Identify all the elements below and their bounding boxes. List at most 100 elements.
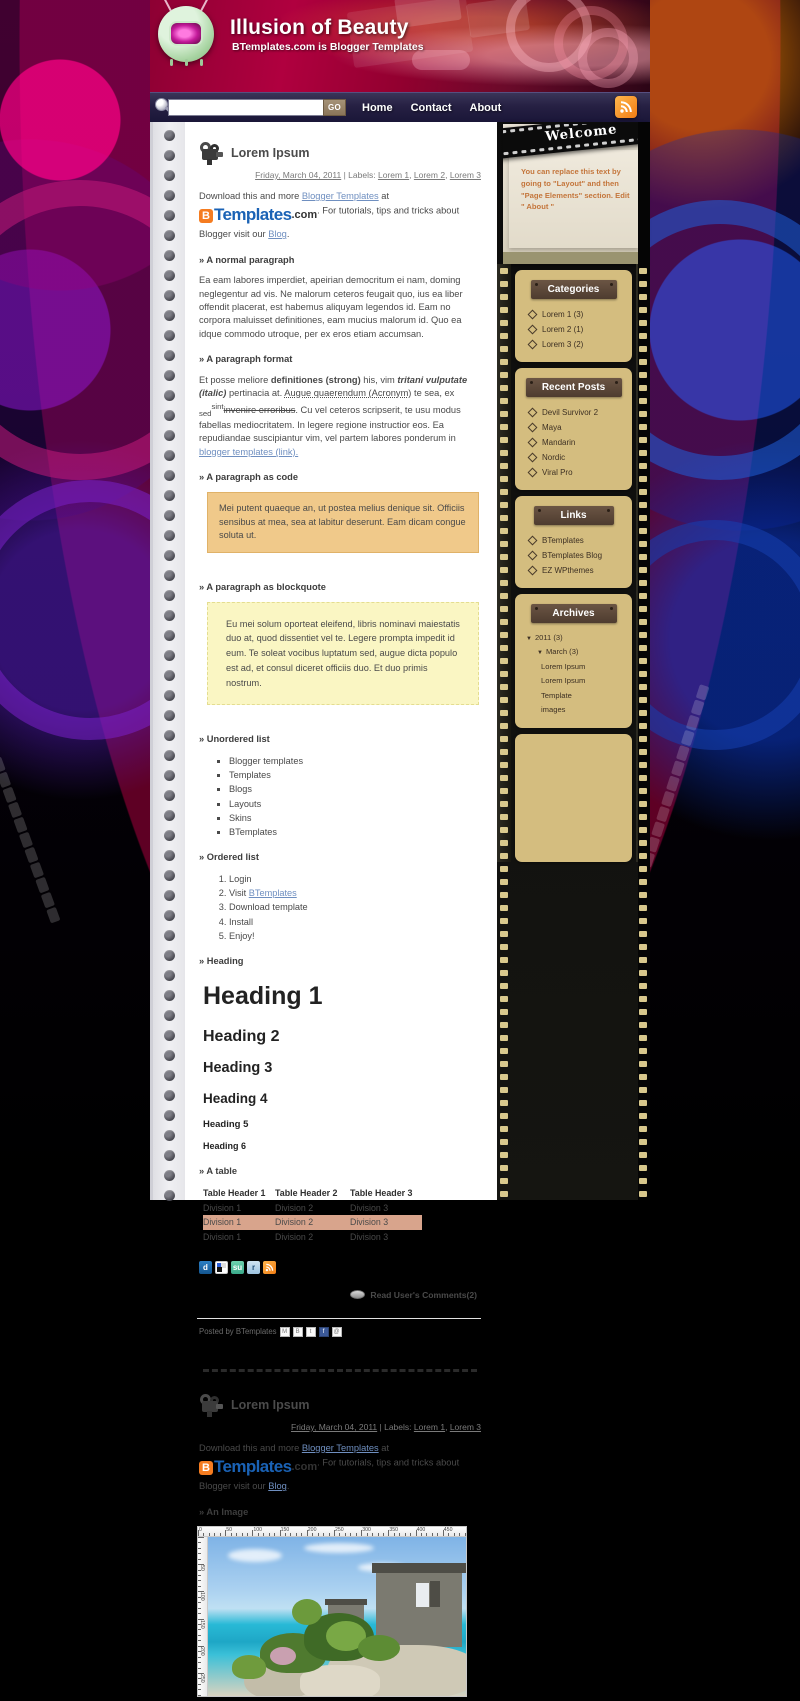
archive-year[interactable]: ▼ 2011 (3) [515,631,632,645]
binding-hole [164,550,175,561]
binding-hole [164,530,175,541]
post-label-2[interactable]: Lorem 3 [450,1422,481,1432]
film-sprocket-hole [500,814,508,820]
format-paragraph-text: Et posse meliore definitiones (strong) h… [199,374,468,457]
post-title[interactable]: Lorem Ipsum [231,1398,310,1412]
film-sprocket-hole [639,476,647,482]
ruler-tick [290,1532,292,1536]
twitter-icon[interactable]: t [305,1326,316,1337]
archive-entry[interactable]: Lorem Ipsum [515,674,632,688]
sidebar-item-category[interactable]: Lorem 3 (2) [515,337,632,352]
sidebar-item-recent-post[interactable]: Maya [515,420,632,435]
film-sprocket-hole [639,359,647,365]
reddit-icon[interactable]: r [247,1260,260,1274]
sidebar-item-link[interactable]: EZ WPthemes [515,563,632,578]
blogger-templates-link[interactable]: Blogger Templates [302,1443,379,1453]
film-sprocket-hole [639,736,647,742]
sidebar-item-link[interactable]: BTemplates [515,533,632,548]
film-sprocket-hole [500,762,508,768]
ruler-tick [198,1613,201,1615]
film-sprocket-hole [500,918,508,924]
sidebar-item-recent-post[interactable]: Devil Survivor 2 [515,405,632,420]
search-input[interactable] [168,99,323,116]
post-title[interactable]: Lorem Ipsum [231,146,310,160]
intro-at-text: at [378,191,390,201]
post-date[interactable]: Friday, March 04, 2011 [291,1422,377,1432]
film-sprocket-hole [639,1152,647,1158]
film-sprocket-hole [500,1165,508,1171]
ruler-tick [453,1532,455,1536]
sidebar-item-link[interactable]: BTemplates Blog [515,548,632,563]
film-sprocket-hole [500,502,508,508]
table-cell: Division 1 [203,1202,242,1213]
sidebar-item-recent-post[interactable]: Viral Pro [515,465,632,480]
archive-entry[interactable]: Template images [515,689,572,718]
comments-label[interactable]: Read User's Comments(2) [370,1290,477,1300]
acronym-sample: Augue quaerendum (Acronym) [284,388,412,399]
post-label-1[interactable]: Lorem 1 [378,170,409,180]
post-label-3[interactable]: Lorem 3 [450,170,481,180]
nav-link-about[interactable]: About [470,102,502,114]
binding-hole [164,750,175,761]
btemplates-list-link[interactable]: BTemplates [249,888,297,898]
archive-entry[interactable]: Lorem Ipsum [515,660,632,674]
film-sprocket-hole [500,606,508,612]
film-sprocket-hole [639,1048,647,1054]
post-body: Download this and more Blogger Templates… [193,1432,485,1519]
film-sprocket-hole [500,853,508,859]
nav-link-contact[interactable]: Contact [411,102,452,114]
diamond-bullet-icon [527,467,538,478]
email-icon[interactable]: M [279,1326,290,1337]
heading-5: Heading 5 [203,1119,249,1131]
binding-hole [164,830,175,841]
binding-hole [164,510,175,521]
delicious-icon[interactable] [215,1260,228,1274]
stumbleupon-icon[interactable]: su [231,1260,244,1274]
rss-icon[interactable] [615,96,637,118]
film-sprocket-hole [500,268,508,274]
film-sprocket-hole [639,892,647,898]
film-sprocket-hole [639,671,647,677]
search-go-button[interactable]: GO [323,99,346,116]
archive-month[interactable]: ▼ March (3) [515,645,632,659]
ruler-tick [301,1532,303,1536]
binding-hole [164,170,175,181]
facebook-icon[interactable]: f [318,1326,329,1337]
blogger-templates-inline-link[interactable]: blogger templates (link). [199,447,298,457]
binding-hole [164,330,175,341]
post-label-2[interactable]: Lorem 2 [414,170,445,180]
sidebar-item-category[interactable]: Lorem 1 (3) [515,307,632,322]
film-sprocket-hole [639,606,647,612]
comments-link-row[interactable]: Read User's Comments(2) [193,1290,477,1300]
nav-link-home[interactable]: Home [362,102,393,114]
sidebar-item-label: Nordic [542,453,566,462]
binding-hole [164,150,175,161]
widget-title-label: Archives [552,608,595,619]
post-date[interactable]: Friday, March 04, 2011 [255,170,341,180]
film-perforation [548,147,554,151]
diamond-bullet-icon [527,535,538,546]
film-sprocket-hole [639,320,647,326]
blog-this-icon[interactable]: B [292,1326,303,1337]
sidebar-item-recent-post[interactable]: Nordic [515,450,632,465]
binding-hole [164,290,175,301]
film-sprocket-hole [639,801,647,807]
ruler-label: 0 [199,1526,202,1533]
pinterest-icon[interactable]: @ [331,1326,342,1337]
film-sprocket-hole [639,788,647,794]
binding-hole [164,270,175,281]
sidebar-item-recent-post[interactable]: Mandarin [515,435,632,450]
widget-archives: Archives ▼ 2011 (3) ▼ March (3) Lorem Ipsu… [515,594,632,728]
heading-2: Heading 2 [203,1027,280,1045]
rss-icon[interactable] [263,1260,276,1274]
blogger-templates-link[interactable]: Blogger Templates [302,191,379,201]
blog-link[interactable]: Blog [268,1481,287,1491]
post-intro-paragraph: Download this and more Blogger Templates… [199,191,460,240]
digg-icon[interactable]: d [199,1260,212,1274]
film-sprocket-hole [639,1165,647,1171]
film-sprocket-hole [639,710,647,716]
blog-link[interactable]: Blog [268,229,287,239]
sidebar-item-category[interactable]: Lorem 2 (1) [515,322,632,337]
post-label-1[interactable]: Lorem 1 [414,1422,445,1432]
horizontal-ruler: 0 50 100 150 200 250 300 350 400 450 [197,1525,467,1537]
